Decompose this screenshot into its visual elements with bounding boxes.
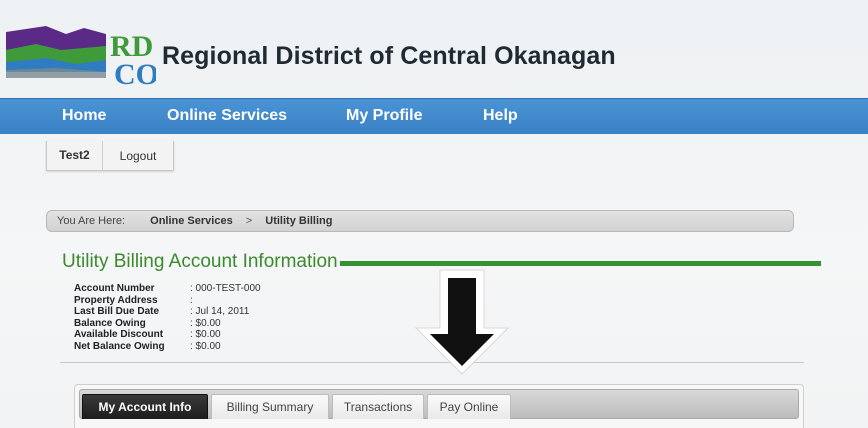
nav-help[interactable]: Help — [483, 107, 518, 125]
info-label: Available Discount — [74, 329, 164, 340]
rdco-logo-icon[interactable]: RD CO — [6, 20, 156, 90]
info-label: Net Balance Owing — [74, 340, 165, 352]
info-row-net-balance-owing: Net Balance Owing : $0.00 — [74, 341, 261, 353]
breadcrumb-utility-billing: Utility Billing — [265, 215, 333, 227]
info-label: Property Address — [74, 294, 158, 306]
tab-pay-online[interactable]: Pay Online — [427, 394, 511, 419]
info-value: : — [190, 294, 193, 306]
nav-my-profile[interactable]: My Profile — [346, 107, 422, 125]
breadcrumb-prefix: You Are Here: — [57, 215, 126, 227]
logout-button[interactable]: Logout — [103, 142, 173, 170]
info-label: Last Bill Due Date — [74, 306, 160, 317]
account-info: Account Number : 000-TEST-000 Property A… — [74, 283, 261, 352]
breadcrumb: You Are Here: Online Services > Utility … — [46, 210, 794, 232]
info-value: : $0.00 — [190, 317, 221, 329]
tab-my-account-info[interactable]: My Account Info — [82, 394, 208, 419]
breadcrumb-separator: > — [245, 215, 253, 227]
main-nav: Home Online Services My Profile Help — [0, 98, 868, 134]
username-button[interactable]: Test2 — [47, 141, 103, 170]
info-row-available-discount: Available Discount : $0.00 — [74, 329, 261, 341]
nav-online-services[interactable]: Online Services — [167, 107, 287, 125]
info-row-property-address: Property Address : — [74, 295, 261, 307]
breadcrumb-online-services[interactable]: Online Services — [150, 215, 233, 227]
user-bar: Test2 Logout — [46, 141, 174, 171]
info-label: Account Number — [74, 283, 155, 294]
tab-billing-summary[interactable]: Billing Summary — [211, 394, 329, 419]
down-arrow-icon — [414, 269, 510, 375]
svg-text:CO: CO — [114, 58, 156, 90]
info-value: : $0.00 — [190, 340, 221, 352]
tab-bar: My Account Info Billing Summary Transact… — [79, 389, 799, 419]
site-header: RD CO Regional District of Central Okana… — [0, 0, 868, 98]
site-title: Regional District of Central Okanagan — [162, 42, 616, 70]
info-row-last-bill-due-date: Last Bill Due Date : Jul 14, 2011 — [74, 306, 261, 318]
info-row-account-number: Account Number : 000-TEST-000 — [74, 283, 261, 295]
tab-transactions[interactable]: Transactions — [332, 394, 424, 419]
info-value: : 000-TEST-000 — [190, 283, 261, 294]
info-value: : $0.00 — [190, 329, 221, 340]
page-title: Utility Billing Account Information — [62, 251, 338, 272]
info-label: Balance Owing — [74, 317, 146, 329]
info-row-balance-owing: Balance Owing : $0.00 — [74, 318, 261, 330]
nav-home[interactable]: Home — [62, 107, 106, 125]
info-value: : Jul 14, 2011 — [190, 306, 250, 317]
tabs-container: My Account Info Billing Summary Transact… — [74, 384, 804, 428]
